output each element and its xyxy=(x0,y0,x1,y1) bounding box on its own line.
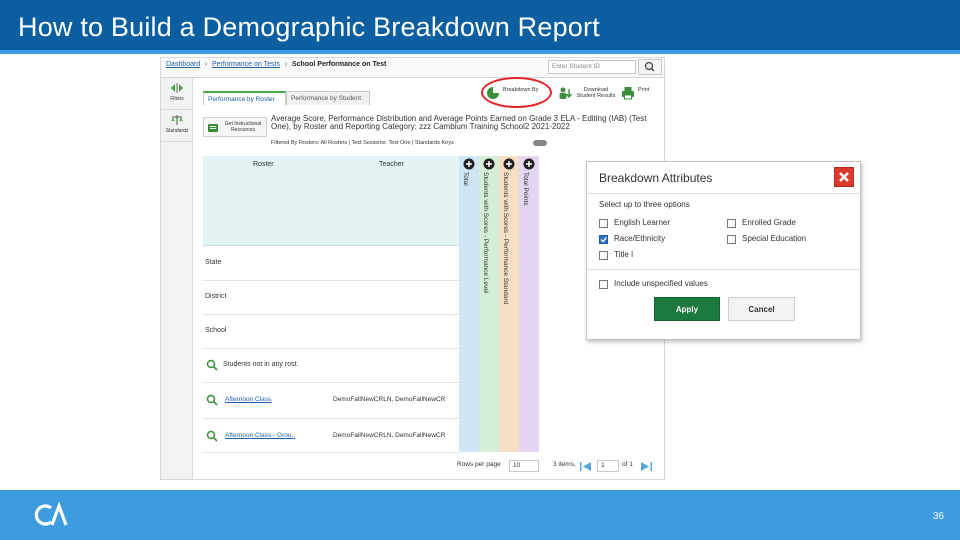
table-header: Roster Teacher xyxy=(203,156,459,246)
table-row: State xyxy=(203,246,459,281)
slide: How to Build a Demographic Breakdown Rep… xyxy=(0,0,960,540)
roster-link[interactable]: Afternoon Class xyxy=(225,396,271,403)
expand-icon[interactable] xyxy=(483,158,495,170)
table-row: Afternoon Class DemoFallNewCRLN, DemoFal… xyxy=(203,383,459,419)
table-row: Afternoon Class - Grou.. DemoFallNewCRLN… xyxy=(203,419,459,453)
checkbox[interactable] xyxy=(599,219,608,228)
cambium-logo-icon xyxy=(34,501,68,526)
teacher-cell: DemoFallNewCRLN, DemoFallNewCR xyxy=(333,432,446,439)
column-performance-level: Students with Scores - Performance Level xyxy=(479,156,499,452)
sidebar-label: Filters xyxy=(170,96,184,102)
checkbox[interactable] xyxy=(727,235,736,244)
divider xyxy=(587,269,860,270)
expand-icon[interactable] xyxy=(503,158,515,170)
filter-icon xyxy=(171,83,183,93)
resources-icon xyxy=(208,124,218,132)
breadcrumb-separator: › xyxy=(285,61,288,68)
column-label: Students with Scores - Performance Stand… xyxy=(502,172,509,305)
checkbox[interactable] xyxy=(727,219,736,228)
page-number-input[interactable]: 1 xyxy=(597,460,619,472)
dialog-header: Breakdown Attributes xyxy=(587,162,860,194)
rows-per-page-select[interactable]: 10 xyxy=(509,460,539,472)
roster-link[interactable]: Afternoon Class - Grou.. xyxy=(225,432,295,439)
breadcrumb: Dashboard › Performance on Tests › Schoo… xyxy=(161,58,664,78)
roster-cell: Students not in any rost. xyxy=(223,361,299,368)
magnifier-icon[interactable] xyxy=(206,430,218,442)
cancel-button[interactable]: Cancel xyxy=(728,297,795,321)
option-label: Title I xyxy=(614,250,634,259)
download-label: Download Student Results xyxy=(576,87,616,99)
dialog-title: Breakdown Attributes xyxy=(599,171,713,185)
report-title: Average Score, Performance Distribution … xyxy=(271,114,647,131)
download-results-button[interactable]: Download Student Results xyxy=(558,84,618,104)
sidebar: Filters Standards xyxy=(161,78,193,479)
breadcrumb-current: School Performance on Test xyxy=(292,61,387,68)
previous-page-icon[interactable] xyxy=(579,461,593,472)
column-label: Students with Scores - Performance Level xyxy=(482,172,489,294)
breadcrumb-performance[interactable]: Performance on Tests xyxy=(212,61,280,68)
column-label: Total Points xyxy=(522,172,529,206)
sidebar-item-standards[interactable]: Standards xyxy=(161,110,193,142)
students-download-icon xyxy=(559,87,572,99)
table-row: District xyxy=(203,281,459,315)
magnifier-icon[interactable] xyxy=(206,394,218,406)
highlight-circle xyxy=(481,77,552,108)
tab-performance-by-roster[interactable]: Performance by Roster xyxy=(203,91,286,105)
breakdown-attributes-dialog: Breakdown Attributes Select up to three … xyxy=(586,161,861,340)
column-header-teacher[interactable]: Teacher xyxy=(379,161,404,168)
option-label: Include unspecified values xyxy=(614,279,708,288)
filters-summary: Filtered By Rosters: All Rosters | Test … xyxy=(271,140,454,146)
checkbox[interactable] xyxy=(599,251,608,260)
expand-icon[interactable] xyxy=(523,158,535,170)
roster-cell: School xyxy=(205,327,227,334)
column-total-points: Total Points xyxy=(519,156,539,452)
sidebar-label: Standards xyxy=(165,128,189,134)
table-row: School xyxy=(203,315,459,349)
table-row: Students not in any rost. xyxy=(203,349,459,383)
column-label: Total xyxy=(462,172,469,186)
instructional-resources-button[interactable]: Get Instructional Resources xyxy=(203,117,267,137)
breadcrumb-dashboard[interactable]: Dashboard xyxy=(166,61,200,68)
scale-icon xyxy=(171,115,183,125)
sidebar-item-filters[interactable]: Filters xyxy=(161,78,193,110)
instructional-resources-label: Get Instructional Resources xyxy=(224,121,262,133)
breadcrumb-separator: › xyxy=(205,61,208,68)
apply-button[interactable]: Apply xyxy=(654,297,720,321)
option-label: Enrolled Grade xyxy=(742,218,796,227)
close-icon xyxy=(839,172,849,182)
checkbox[interactable] xyxy=(599,280,608,289)
option-label: English Learner xyxy=(614,218,671,227)
printer-icon xyxy=(622,87,634,100)
print-button[interactable]: Print xyxy=(621,84,661,104)
roster-cell: State xyxy=(205,259,222,266)
dialog-instructions: Select up to three options xyxy=(599,200,690,209)
page-number: 36 xyxy=(932,511,944,522)
print-label: Print xyxy=(638,87,650,93)
rows-per-page-label: Rows per page xyxy=(457,461,501,468)
checkbox-checked[interactable] xyxy=(599,235,608,244)
teacher-cell: DemoFallNewCRLN, DemoFallNewCR xyxy=(333,396,446,403)
footer: 36 xyxy=(0,490,960,540)
option-label: Race/Ethnicity xyxy=(614,234,666,243)
slide-title: How to Build a Demographic Breakdown Rep… xyxy=(18,12,600,42)
tab-performance-by-student[interactable]: Performance by Student xyxy=(286,91,370,105)
column-performance-standard: Students with Scores - Performance Stand… xyxy=(499,156,519,452)
magnifier-icon[interactable] xyxy=(206,359,218,371)
column-header-roster[interactable]: Roster xyxy=(253,161,274,168)
close-button[interactable] xyxy=(834,167,854,187)
next-page-icon[interactable] xyxy=(639,461,653,472)
student-search-input[interactable]: Enter Student ID xyxy=(548,60,636,74)
checkmark-icon xyxy=(600,237,608,243)
page-total: of 1 xyxy=(622,461,633,468)
title-bar: How to Build a Demographic Breakdown Rep… xyxy=(0,0,960,54)
search-button[interactable] xyxy=(638,59,662,75)
column-total: Total xyxy=(459,156,479,452)
roster-cell: District xyxy=(205,293,227,300)
option-label: Special Education xyxy=(742,234,807,243)
expand-icon[interactable] xyxy=(463,158,475,170)
search-icon xyxy=(644,61,655,72)
items-count: 3 items, xyxy=(553,461,576,468)
standards-keys-toggle[interactable] xyxy=(533,140,547,146)
